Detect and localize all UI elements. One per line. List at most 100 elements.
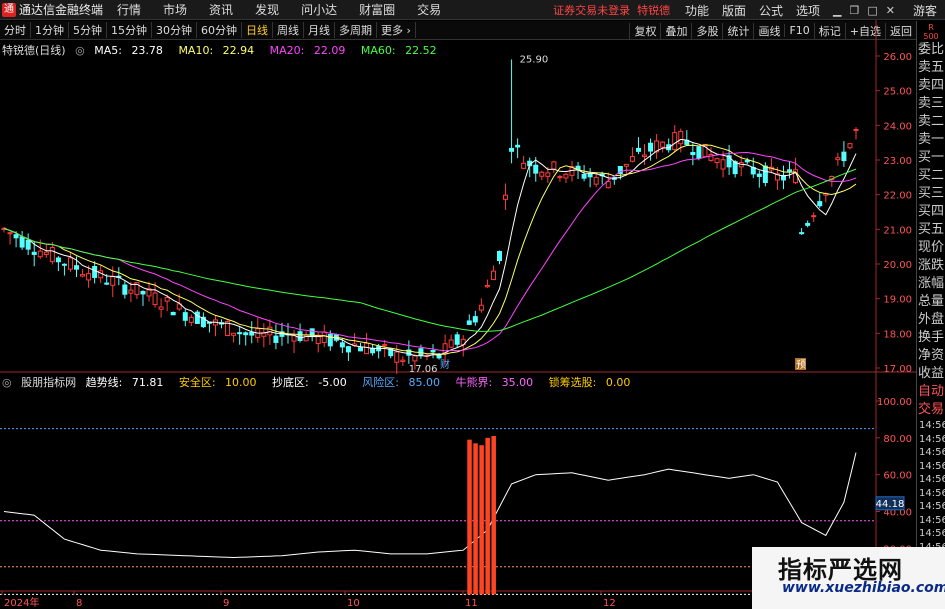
quote-sidebar: R 500 委比 卖五 卖四 卖三 卖二 卖一 买一 买二 买三 买四 买五 现价 涨跌 涨幅 总量 外盘 换手净… — [916, 21, 945, 609]
ma20-line — [3, 151, 857, 352]
indicator-tick-label: 80.00 — [883, 434, 912, 445]
candle-body — [43, 251, 49, 255]
candle-body — [430, 350, 436, 353]
restore-icon[interactable]: ❐ — [849, 4, 859, 17]
indicator-tick-label: 60.00 — [883, 471, 912, 482]
candle-body — [503, 194, 509, 200]
candle-body — [243, 332, 249, 336]
signal-bar — [473, 443, 478, 595]
sidebar-quote-label: 买三 — [917, 186, 944, 201]
candle-body — [672, 132, 678, 151]
ind-safe: 安全区: 10.00 — [178, 376, 257, 389]
candle-body — [345, 346, 351, 353]
sidebar-tick-time: 14:56 — [919, 474, 945, 485]
maximize-icon[interactable]: □ — [867, 4, 877, 17]
sidebar-quote-label: 净资 — [917, 348, 944, 363]
signal-bar — [491, 435, 496, 595]
menu-item-xuanxiang[interactable]: 选项 — [796, 2, 820, 19]
price-tick-label: 24.00 — [883, 121, 912, 132]
candle-body — [400, 359, 406, 362]
menu-item-gongneng[interactable]: 功能 — [685, 2, 709, 19]
candle-body — [358, 347, 364, 352]
sidebar-tick-time: 14:56 — [919, 433, 945, 445]
candle-body — [249, 331, 255, 336]
ma60-line — [3, 168, 857, 332]
kline-chart[interactable]: 26.00 25.00 24.00 23.00 22.00 21.00 20.00 19.00… — [0, 20, 916, 609]
indicator-settings-icon[interactable]: ◎ — [2, 376, 12, 389]
sidebar-auto-trade-label[interactable]: 交易 — [917, 401, 945, 419]
minimize-icon[interactable]: ▁ — [833, 4, 841, 17]
candle-body — [648, 142, 654, 152]
candle-body — [55, 257, 61, 263]
date-tick-label: 10 — [347, 598, 360, 609]
candle-body — [593, 176, 599, 185]
candle-body — [122, 284, 128, 295]
menu-item-zixun[interactable]: 资讯 — [209, 1, 233, 18]
candle-body — [128, 289, 134, 294]
menu-item-caifuquan[interactable]: 财富圈 — [359, 1, 395, 18]
menu-item-hangqing[interactable]: 行情 — [117, 1, 141, 18]
candle-body — [605, 181, 611, 189]
menu-item-gongshi[interactable]: 公式 — [759, 2, 783, 19]
price-tick-label: 18.00 — [883, 329, 912, 340]
indicator-name[interactable]: 股朋指标网 — [21, 376, 76, 389]
candle-body — [787, 169, 793, 172]
ind-trend: 趋势线: 71.81 — [85, 376, 164, 389]
menu-item-faxian[interactable]: 发现 — [255, 1, 279, 18]
sidebar-tick-time: 14:56 — [919, 487, 945, 499]
trend-line — [3, 452, 857, 559]
sidebar-tick-time: 14:56 — [919, 514, 945, 526]
guest-user-label[interactable]: 游客 — [913, 2, 937, 19]
sidebar-auto-trade-label[interactable]: 自动 — [917, 383, 945, 401]
candle-body — [188, 316, 194, 323]
candle-body — [49, 246, 55, 263]
menu-item-wenxiaoda[interactable]: 问小达 — [301, 1, 337, 18]
candle-body — [273, 335, 279, 343]
candle-body — [533, 164, 539, 174]
candle-body — [170, 311, 176, 316]
candle-body — [720, 159, 726, 170]
candle-body — [454, 334, 460, 345]
menu-item-banmian[interactable]: 版面 — [722, 2, 746, 19]
candle-body — [587, 173, 593, 178]
candle-body — [714, 158, 720, 164]
ind-lock: 锁筹选股: 0.00 — [548, 376, 631, 389]
candle-body — [642, 154, 648, 158]
menu-item-shichang[interactable]: 市场 — [163, 1, 187, 18]
candle-body — [297, 331, 303, 341]
signal-bar — [485, 437, 490, 595]
trade-login-notice[interactable]: 证券交易未登录 特锐德 — [553, 2, 670, 18]
menu-item-jiaoyi[interactable]: 交易 — [417, 1, 441, 18]
candle-body — [629, 156, 635, 162]
sidebar-quote-label: 总量 — [917, 294, 944, 309]
candle-body — [847, 143, 853, 149]
sidebar-quote-label: 外盘 — [917, 312, 944, 327]
date-tick-label: 11 — [465, 598, 478, 609]
chart-grid — [0, 20, 916, 609]
candle-body — [25, 239, 31, 250]
ind-bullbear: 牛熊界: 35.00 — [455, 376, 534, 389]
sidebar-quote-label: 买四 — [917, 204, 944, 219]
sidebar-quote-label: 卖三 — [917, 96, 944, 111]
sidebar-r-badge[interactable]: R 500 — [917, 23, 945, 41]
candle-body — [7, 232, 13, 235]
sidebar-quote-label: 涨跌 — [917, 258, 944, 273]
sidebar-quote-label: 委比 — [917, 42, 944, 57]
candle-body — [490, 270, 496, 281]
candle-body — [756, 173, 762, 177]
candle-body — [817, 201, 823, 207]
sidebar-quote-label: 买五 — [917, 222, 944, 237]
date-tick-label: 8 — [76, 598, 82, 609]
candle-body — [696, 146, 702, 159]
candle-body — [539, 171, 545, 177]
candle-body — [635, 147, 641, 152]
candle-body — [805, 222, 811, 226]
app-title: 通达信金融终端 — [19, 3, 104, 17]
app-logo-icon: 通 — [2, 2, 16, 17]
candle-body — [267, 326, 273, 336]
sidebar-tick-time: 14:56 — [919, 528, 945, 539]
candle-body — [231, 332, 237, 336]
close-icon[interactable]: ✕ — [886, 4, 895, 17]
indicator-legend: ◎ 股朋指标网 趋势线: 71.81 安全区: 10.00 抄底区: -5.00… — [2, 374, 642, 389]
candle-body — [80, 274, 86, 277]
